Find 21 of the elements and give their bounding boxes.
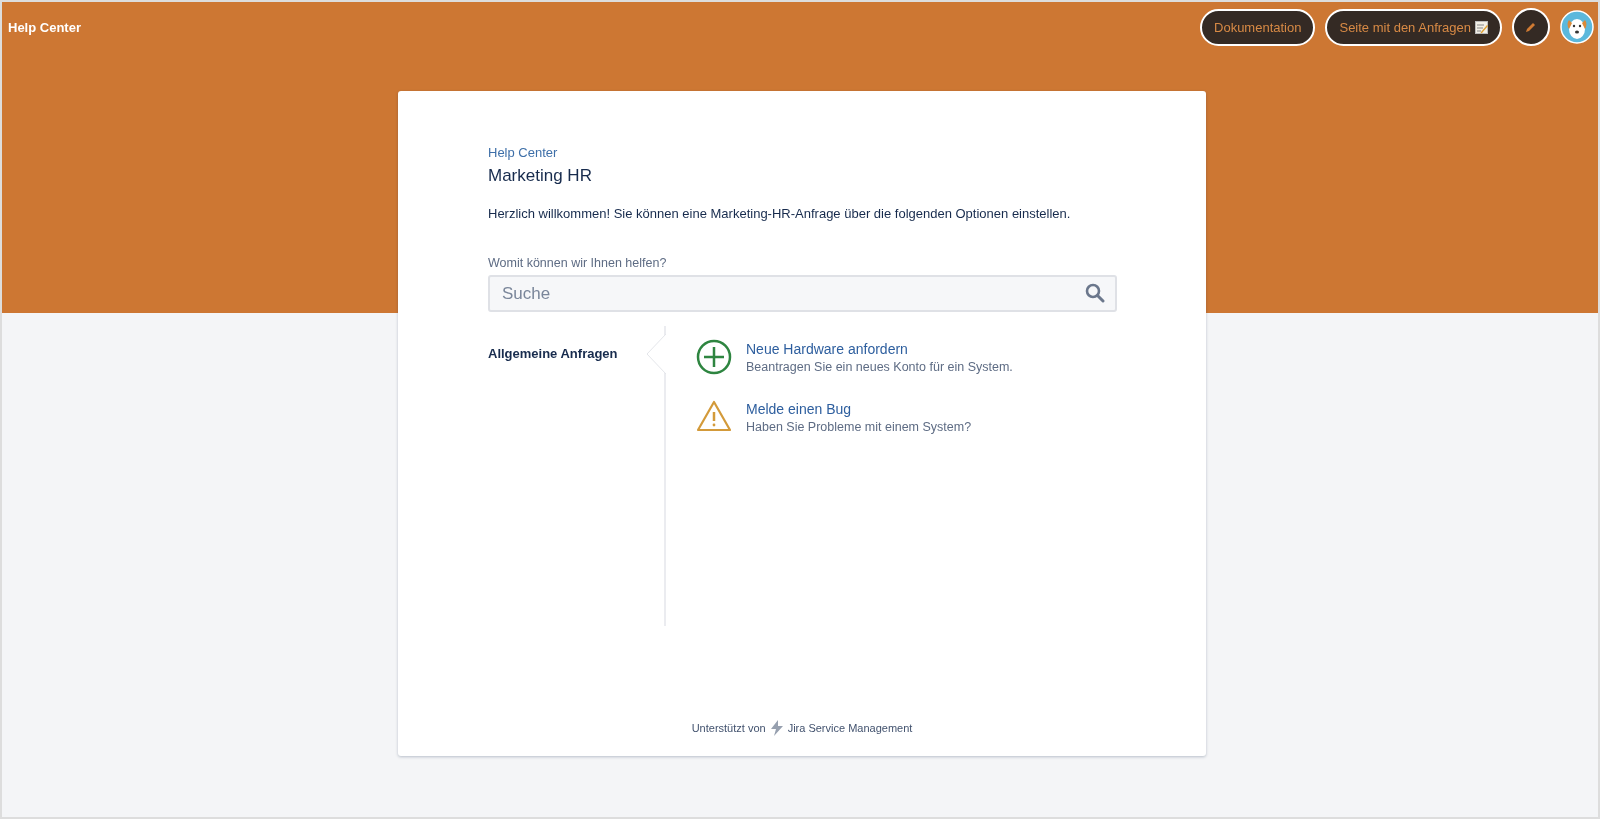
request-group-item[interactable]: Allgemeine Anfragen [488,346,618,361]
search-field[interactable]: Suche [488,275,1117,312]
pencil-icon [1525,21,1537,33]
bolt-icon [769,720,784,736]
request-type-description: Haben Sie Probleme mit einem System? [746,419,972,434]
request-type-description: Beantragen Sie ein neues Konto für ein System. [746,359,1013,374]
request-type-link[interactable]: Melde einen Bug [746,400,972,417]
request-type-link[interactable]: Neue Hardware anfordern [746,340,1013,357]
welcome-text: Herzlich willkommen! Sie können eine Marketing-HR-Anfrage über die folgenden Optionen einstellen. [488,206,1072,221]
plus-circle-icon [696,339,732,375]
search-label: Womit können wir Ihnen helfen? [488,256,668,270]
edit-button[interactable] [1512,8,1550,46]
requests-page-button[interactable]: Seite mit den Anfragen [1325,8,1502,46]
memo-icon [1475,20,1488,34]
powered-by-text: Unterstützt von [691,722,766,734]
search-icon[interactable] [1085,283,1105,303]
avatar-icon[interactable] [1560,10,1594,44]
documentation-button[interactable]: Dokumentation [1200,8,1316,46]
portal-title: Marketing HR [488,166,593,186]
breadcrumb-link[interactable]: Help Center [488,145,558,160]
product-link[interactable]: Jira Service Management [787,722,913,734]
